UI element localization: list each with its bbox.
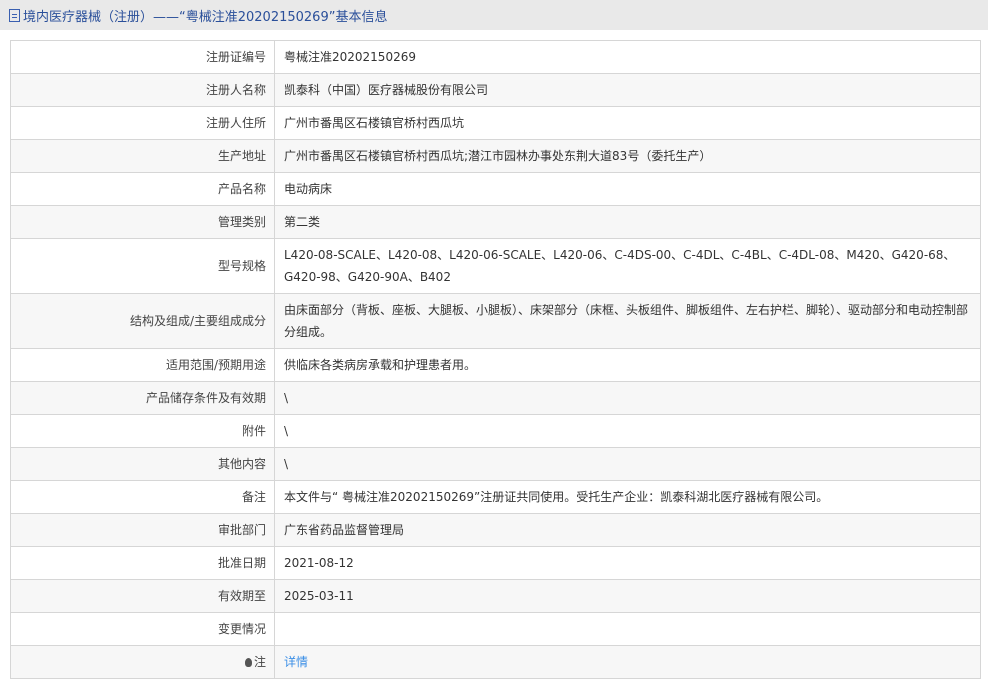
row-label: 管理类别 [11, 206, 275, 239]
row-value: 凯泰科（中国）医疗器械股份有限公司 [275, 74, 981, 107]
row-label: 附件 [11, 415, 275, 448]
row-value: 本文件与“ 粤械注准20202150269”注册证共同使用。受托生产企业：凯泰科… [275, 481, 981, 514]
table-row: 备注本文件与“ 粤械注准20202150269”注册证共同使用。受托生产企业：凯… [11, 481, 981, 514]
row-value: \ [275, 382, 981, 415]
table-row: 注册人住所广州市番禺区石楼镇官桥村西瓜坑 [11, 107, 981, 140]
note-label-cell: 注 [11, 646, 275, 679]
row-value: 第二类 [275, 206, 981, 239]
row-label: 审批部门 [11, 514, 275, 547]
row-label: 结构及组成/主要组成成分 [11, 294, 275, 349]
page-title: 境内医疗器械（注册）——“粤械注准20202150269”基本信息 [23, 6, 387, 25]
document-icon [9, 9, 20, 22]
row-value: 粤械注准20202150269 [275, 41, 981, 74]
row-value: 广州市番禺区石楼镇官桥村西瓜坑 [275, 107, 981, 140]
row-label: 适用范围/预期用途 [11, 349, 275, 382]
table-row: 适用范围/预期用途供临床各类病房承载和护理患者用。 [11, 349, 981, 382]
table-row: 注册人名称凯泰科（中国）医疗器械股份有限公司 [11, 74, 981, 107]
row-value: 供临床各类病房承载和护理患者用。 [275, 349, 981, 382]
details-link[interactable]: 详情 [284, 655, 308, 669]
table-row: 型号规格L420-08-SCALE、L420-08、L420-06-SCALE、… [11, 239, 981, 294]
note-label: 注 [254, 655, 266, 669]
row-value: 2025-03-11 [275, 580, 981, 613]
page-header: 境内医疗器械（注册）——“粤械注准20202150269”基本信息 [0, 0, 988, 30]
row-value: 广东省药品监督管理局 [275, 514, 981, 547]
row-label: 注册证编号 [11, 41, 275, 74]
table-row: 有效期至2025-03-11 [11, 580, 981, 613]
row-label: 有效期至 [11, 580, 275, 613]
row-label: 产品名称 [11, 173, 275, 206]
table-row: 附件\ [11, 415, 981, 448]
row-label: 注册人名称 [11, 74, 275, 107]
table-row: 其他内容\ [11, 448, 981, 481]
table-row: 生产地址广州市番禺区石楼镇官桥村西瓜坑;潜江市园林办事处东荆大道83号（委托生产… [11, 140, 981, 173]
row-value: \ [275, 415, 981, 448]
row-label: 其他内容 [11, 448, 275, 481]
row-label: 注册人住所 [11, 107, 275, 140]
row-label: 批准日期 [11, 547, 275, 580]
note-value: 详情 [275, 646, 981, 679]
table-row: 注册证编号粤械注准20202150269 [11, 41, 981, 74]
table-row-note: 注 详情 [11, 646, 981, 679]
row-value: 广州市番禺区石楼镇官桥村西瓜坑;潜江市园林办事处东荆大道83号（委托生产） [275, 140, 981, 173]
row-label: 生产地址 [11, 140, 275, 173]
table-row: 变更情况 [11, 613, 981, 646]
table-row: 结构及组成/主要组成成分由床面部分（背板、座板、大腿板、小腿板）、床架部分（床框… [11, 294, 981, 349]
row-value: 2021-08-12 [275, 547, 981, 580]
row-label: 产品储存条件及有效期 [11, 382, 275, 415]
row-value [275, 613, 981, 646]
table-row: 产品储存条件及有效期\ [11, 382, 981, 415]
row-value: 由床面部分（背板、座板、大腿板、小腿板）、床架部分（床框、头板组件、脚板组件、左… [275, 294, 981, 349]
row-label: 型号规格 [11, 239, 275, 294]
table-row: 产品名称电动病床 [11, 173, 981, 206]
row-label: 变更情况 [11, 613, 275, 646]
row-value: L420-08-SCALE、L420-08、L420-06-SCALE、L420… [275, 239, 981, 294]
row-label: 备注 [11, 481, 275, 514]
table-row: 批准日期2021-08-12 [11, 547, 981, 580]
row-value: 电动病床 [275, 173, 981, 206]
info-table: 注册证编号粤械注准20202150269注册人名称凯泰科（中国）医疗器械股份有限… [10, 40, 981, 679]
lightbulb-icon [245, 658, 252, 667]
row-value: \ [275, 448, 981, 481]
table-row: 管理类别第二类 [11, 206, 981, 239]
table-row: 审批部门广东省药品监督管理局 [11, 514, 981, 547]
